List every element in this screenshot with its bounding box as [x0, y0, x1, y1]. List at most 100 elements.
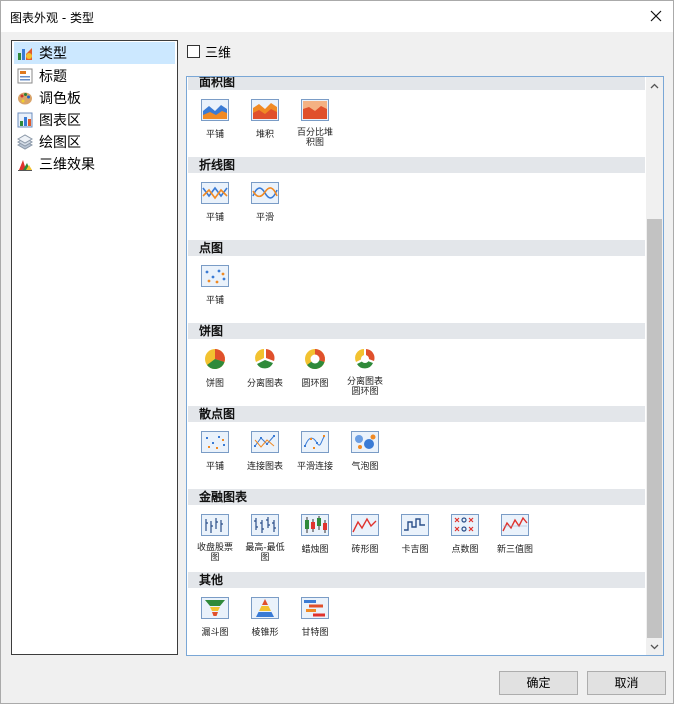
chart-option-label: 卡吉图 [401, 545, 429, 555]
high-low-icon [251, 514, 279, 536]
group-header-point: 点图 [188, 240, 645, 256]
scroll-down-button[interactable] [646, 638, 663, 655]
close-button[interactable] [643, 4, 669, 28]
line-chart-icon [201, 182, 229, 204]
chart-option-scatter-flat[interactable]: 平铺 [190, 431, 240, 472]
chart-option-scatter-connected[interactable]: 连接图表 [240, 431, 290, 472]
chart-option-area-stacked[interactable]: 堆积 [240, 99, 290, 140]
chart-option-label: 最高-最低 图 [245, 543, 285, 563]
group-header-other: 其他 [188, 572, 645, 588]
chart-option-area-percent[interactable]: 百分比堆 积图 [290, 99, 340, 148]
chart-option-line-flat[interactable]: 平铺 [190, 182, 240, 223]
plot-area-icon [17, 134, 33, 150]
chart-option-label: 平滑 [255, 213, 274, 223]
palette-icon [18, 92, 32, 105]
tree-item-chart-area[interactable]: 图表区 [14, 109, 175, 131]
tree-item-label: 标题 [39, 69, 67, 85]
chart-option-label: 平铺 [205, 213, 224, 223]
title-icon [17, 68, 33, 84]
title-bar: 图表外观 - 类型 [1, 1, 673, 32]
chart-option-label: 点数图 [451, 545, 479, 555]
group-header-line: 折线图 [188, 157, 645, 173]
ok-button[interactable]: 确定 [499, 671, 578, 695]
point-figure-icon [451, 514, 479, 536]
pie-chart-icon [205, 349, 225, 369]
category-tree: 类型 标题 调色板 图表区 绘图区 三维效果 [11, 40, 178, 655]
chart-option-candlestick[interactable]: 蜡烛图 [290, 514, 340, 555]
chart-option-label: 百分比堆 积图 [296, 128, 333, 148]
chart-option-label: 收盘股票 图 [196, 543, 233, 563]
chart-option-label: 蜡烛图 [301, 545, 329, 555]
gantt-chart-icon [301, 597, 329, 619]
group-header-financial: 金融图表 [188, 489, 645, 505]
chart-area-icon [17, 112, 33, 128]
point-chart-icon [201, 265, 229, 287]
chart-option-point-figure[interactable]: 点数图 [440, 514, 490, 555]
group-header-pie: 饼图 [188, 323, 645, 339]
exploded-pie-icon [255, 349, 275, 369]
chart-option-label: 平铺 [205, 462, 224, 472]
chart-option-exploded-pie[interactable]: 分离图表 [240, 348, 290, 389]
close-stock-icon [201, 514, 229, 536]
chart-option-doughnut[interactable]: 圆环图 [290, 348, 340, 389]
cancel-button[interactable]: 取消 [587, 671, 666, 695]
chart-option-point-flat[interactable]: 平铺 [190, 265, 240, 306]
chart-option-label: 漏斗图 [201, 628, 229, 638]
chart-option-label: 平铺 [205, 130, 224, 140]
chart-option-scatter-smooth[interactable]: 平滑连接 [290, 431, 340, 472]
chart-option-kagi[interactable]: 卡吉图 [390, 514, 440, 555]
stacked-area-icon [251, 99, 279, 121]
chart-option-label: 连接图表 [246, 462, 283, 472]
tree-item-palette[interactable]: 调色板 [14, 87, 175, 109]
scroll-thumb[interactable] [647, 219, 662, 638]
scroll-up-button[interactable] [646, 77, 663, 94]
chart-option-gantt[interactable]: 甘特图 [290, 597, 340, 638]
chart-option-label: 圆环图 [301, 379, 329, 389]
chart-option-three-line-break[interactable]: 新三值图 [490, 514, 540, 555]
chart-option-exploded-doughnut[interactable]: 分离图表 圆环图 [340, 348, 390, 397]
chart-option-label: 分离图表 圆环图 [346, 377, 383, 397]
candlestick-icon [301, 514, 329, 536]
chart-type-gallery: 面积图 平铺 堆积 百分比堆 积图 折线图 平铺 平滑 点图 平铺 饼图 饼图 … [186, 76, 664, 656]
funnel-chart-icon [201, 597, 229, 619]
connected-scatter-icon [251, 431, 279, 453]
tree-item-label: 图表区 [39, 113, 81, 129]
three-line-break-icon [501, 514, 529, 536]
smooth-scatter-icon [301, 431, 329, 453]
3d-effect-icon [18, 160, 32, 171]
close-icon [650, 10, 662, 22]
tree-item-label: 绘图区 [39, 135, 81, 151]
scatter-chart-icon [201, 431, 229, 453]
tree-item-3d-effect[interactable]: 三维效果 [14, 153, 175, 175]
gallery-scrollbar[interactable] [646, 77, 663, 655]
chart-option-label: 平铺 [205, 296, 224, 306]
tree-item-label: 类型 [39, 46, 67, 62]
chart-type-icon [18, 48, 32, 60]
chart-option-pyramid[interactable]: 棱锥形 [240, 597, 290, 638]
window-title: 图表外观 - 类型 [10, 11, 94, 25]
tree-item-type[interactable]: 类型 [14, 42, 175, 64]
chart-option-label: 气泡图 [351, 462, 379, 472]
chart-option-high-low[interactable]: 最高-最低 图 [240, 514, 290, 563]
chart-option-label: 新三值图 [496, 545, 533, 555]
chart-option-label: 分离图表 [246, 379, 283, 389]
chart-option-area-flat[interactable]: 平铺 [190, 99, 240, 140]
chart-option-label: 饼图 [205, 379, 224, 389]
chevron-up-icon [650, 83, 659, 88]
chart-option-bubble[interactable]: 气泡图 [340, 431, 390, 472]
chart-option-renko[interactable]: 砖形图 [340, 514, 390, 555]
tree-item-title[interactable]: 标题 [14, 65, 175, 87]
group-header-area: 面积图 [188, 77, 645, 90]
three-d-checkbox[interactable]: 三维 [187, 42, 231, 61]
chart-option-label: 堆积 [255, 130, 274, 140]
chart-option-pie[interactable]: 饼图 [190, 348, 240, 389]
group-header-scatter: 散点图 [188, 406, 645, 422]
chart-option-funnel[interactable]: 漏斗图 [190, 597, 240, 638]
chart-option-line-smooth[interactable]: 平滑 [240, 182, 290, 223]
bubble-chart-icon [351, 431, 379, 453]
tree-item-plot-area[interactable]: 绘图区 [14, 131, 175, 153]
doughnut-chart-icon [305, 349, 325, 369]
chart-option-label: 甘特图 [301, 628, 329, 638]
checkbox-box[interactable] [187, 44, 200, 58]
chart-option-close-stock[interactable]: 收盘股票 图 [190, 514, 240, 563]
